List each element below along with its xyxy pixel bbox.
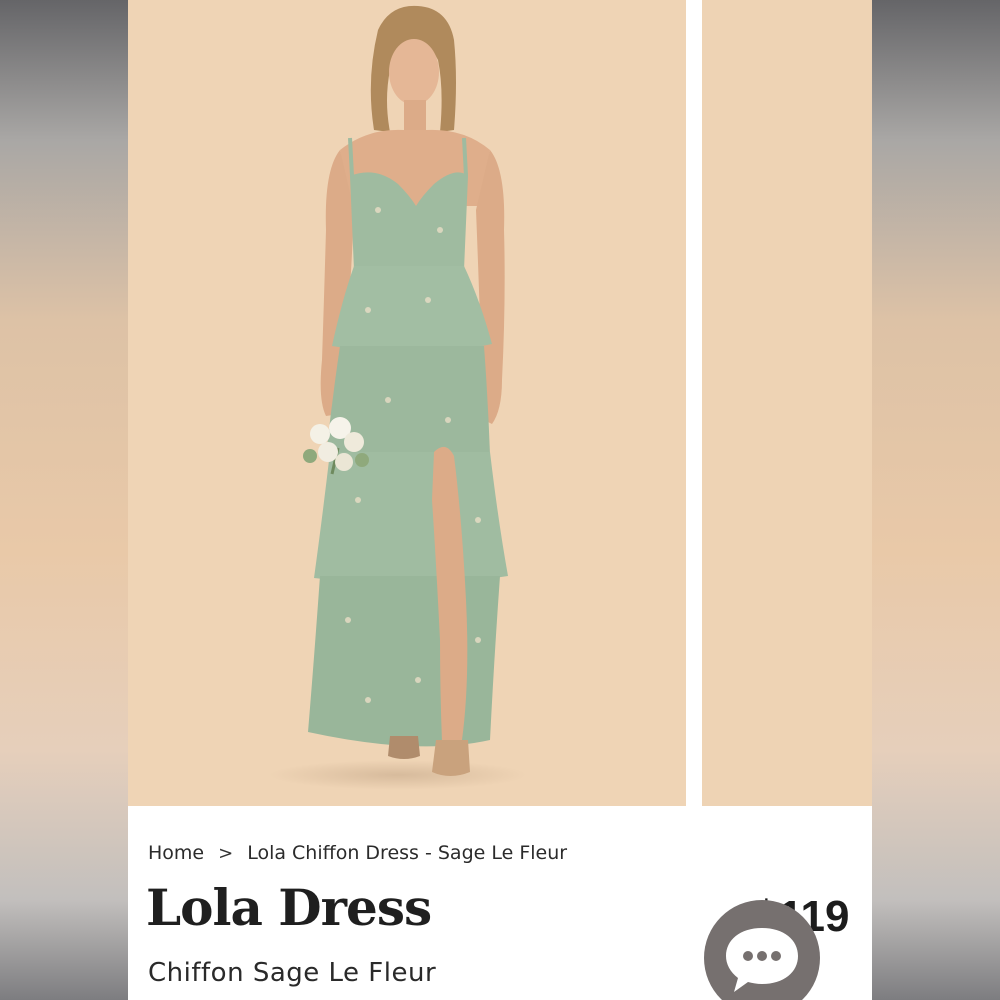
- breadcrumb-home-link[interactable]: Home: [148, 842, 204, 864]
- product-image-main[interactable]: [128, 0, 686, 806]
- model-illustration: [303, 5, 508, 776]
- chat-bubble-icon: [726, 928, 798, 992]
- breadcrumb-current[interactable]: Lola Chiffon Dress - Sage Le Fleur: [247, 842, 567, 864]
- breadcrumb: Home > Lola Chiffon Dress - Sage Le Fleu…: [148, 840, 567, 866]
- background-blur-right: [872, 0, 1000, 1000]
- product-title: Lola Dress: [146, 878, 432, 937]
- product-variant: Chiffon Sage Le Fleur: [148, 958, 437, 988]
- product-page: Home > Lola Chiffon Dress - Sage Le Fleu…: [128, 0, 872, 1000]
- background-blur-left: [0, 0, 128, 1000]
- product-image-next[interactable]: [702, 0, 872, 806]
- chat-button[interactable]: [704, 900, 820, 1000]
- breadcrumb-separator: >: [218, 842, 234, 864]
